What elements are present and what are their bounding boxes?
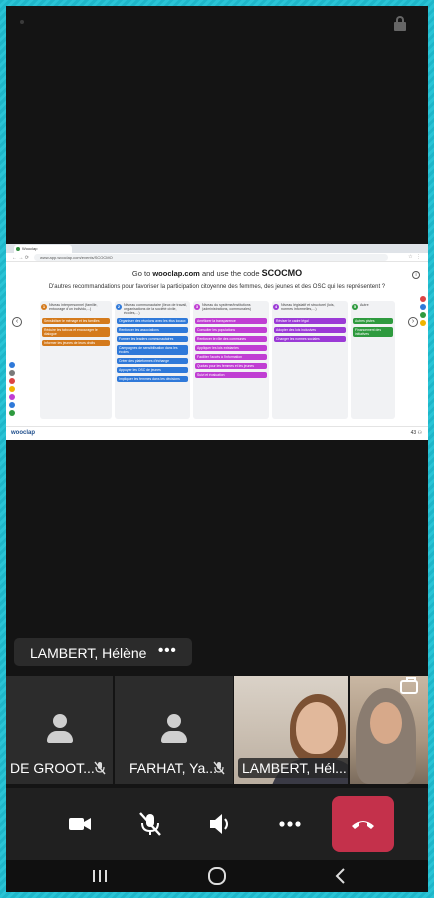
prev-slide-button[interactable]: ‹: [12, 317, 22, 327]
column-title: Niveau législatif et structurel (lois, n…: [281, 303, 335, 312]
instructions-site: wooclap.com: [152, 269, 200, 278]
mic-off-icon: [139, 812, 161, 836]
hang-up-icon: [352, 821, 374, 829]
event-code: SCOCMO: [261, 268, 303, 278]
browser-nav-icons: ← → ⟳: [12, 255, 29, 261]
join-instructions: Go to wooclap.com and use the code SCOCM…: [6, 268, 428, 278]
column-title: Niveau du système/institutions (administ…: [202, 303, 251, 312]
idea-card: Organiser des réunions avec les élus loc…: [117, 318, 188, 324]
column-header: 1 Niveau interpersonnel (famille, entoura…: [40, 301, 112, 318]
participant-video-tile[interactable]: LAMBERT, Hél...: [234, 676, 348, 784]
column-header: 4 Niveau législatif et structurel (lois, …: [272, 301, 348, 318]
address-field: www.app.wooclap.com/events/SCOCMO: [34, 254, 388, 261]
column-title: Autre: [360, 303, 369, 307]
idea-card: Appuyer les OSC de jeunes: [117, 367, 188, 373]
status-indicator: [20, 20, 24, 24]
column-header: 3 Niveau du système/institutions (adminis…: [193, 301, 269, 318]
participant-count: 43 ⚇: [410, 430, 422, 436]
idea-card: Impliquer les femmes dans les décisions: [117, 376, 188, 382]
more-icon: [279, 821, 301, 827]
board-column: 2 Niveau communautaire (lieux de travail,…: [115, 301, 190, 419]
speaker-icon: [210, 814, 228, 834]
browser-tab: Wooclap: [14, 245, 72, 253]
switch-camera-icon[interactable]: [400, 677, 418, 694]
idea-card: Réviser le cadre légal: [274, 318, 346, 324]
idea-card: Consulter les populations: [195, 327, 267, 333]
speaker-button[interactable]: [192, 796, 248, 852]
shared-screen: Wooclap ← → ⟳ www.app.wooclap.com/events…: [6, 244, 428, 440]
mute-button[interactable]: [122, 796, 178, 852]
idea-card: Quotas pour les femmes et les jeunes: [195, 363, 267, 369]
participant-name: DE GROOT...: [10, 760, 95, 776]
camera-button[interactable]: [52, 796, 108, 852]
address-bar: ← → ⟳ www.app.wooclap.com/events/SCOCMO …: [6, 253, 428, 262]
wooclap-side-toolbar: [9, 362, 15, 418]
status-bar: [6, 6, 428, 40]
column-number: 3: [194, 304, 200, 310]
participant-tile[interactable]: DE GROOT...: [6, 676, 113, 784]
idea-card: Créer des plateformes d'échange: [117, 358, 188, 364]
board-column: 4 Niveau législatif et structurel (lois, …: [272, 301, 348, 419]
wooclap-footer: wooclap 43 ⚇: [6, 426, 428, 440]
phone-screen: Wooclap ← → ⟳ www.app.wooclap.com/events…: [6, 6, 428, 892]
column-number: 4: [273, 304, 279, 310]
participant-name: FARHAT, Ya...: [129, 760, 217, 776]
participant-tile[interactable]: FARHAT, Ya...: [115, 676, 233, 784]
idea-card: Changer les normes sociales: [274, 336, 346, 342]
column-title: Niveau interpersonnel (famille, entourag…: [49, 303, 98, 312]
column-title: Niveau communautaire (lieux de travail, …: [124, 303, 188, 316]
idea-card: Faciliter l'accès à l'information: [195, 354, 267, 360]
android-nav-bar: [6, 860, 428, 892]
next-slide-button[interactable]: ›: [408, 317, 418, 327]
board-column: 1 Niveau interpersonnel (famille, entoura…: [40, 301, 112, 419]
idea-card: Renforcer le rôle des communes: [195, 336, 267, 342]
video-camera-icon: [69, 818, 91, 830]
column-number: 1: [41, 304, 47, 310]
instructions-middle: and use the code: [201, 269, 260, 278]
idea-card: Former les leaders communautaires: [117, 336, 188, 342]
brainstorm-board: 1 Niveau interpersonnel (famille, entoura…: [40, 301, 395, 419]
column-number: 2: [116, 304, 122, 310]
question-title: D'autres recommandations pour favoriser …: [48, 284, 386, 290]
recent-apps-icon[interactable]: [88, 866, 112, 886]
hang-up-button[interactable]: [332, 796, 394, 852]
avatar-icon: [156, 712, 192, 748]
board-column: 3 Niveau du système/institutions (adminis…: [193, 301, 269, 419]
browser-tab-strip: Wooclap: [6, 244, 428, 253]
more-options-button[interactable]: [262, 796, 318, 852]
idea-card: Appliquer les lois existantes: [195, 345, 267, 351]
column-header: 2 Niveau communautaire (lieux de travail,…: [115, 301, 190, 318]
info-icon: i: [412, 271, 420, 279]
browser-side-toolbar: [420, 296, 426, 328]
column-number: 5: [352, 304, 358, 310]
idea-card: Sensibiliser le ménage et les familles: [42, 318, 110, 324]
idea-card: Adopter des lois inclusives: [274, 327, 346, 333]
back-icon[interactable]: [329, 866, 353, 886]
wooclap-logo: wooclap: [11, 430, 36, 436]
idea-card: Améliorer la transparence: [195, 318, 267, 324]
column-header: 5 Autre: [351, 301, 395, 318]
avatar-icon: [42, 712, 78, 748]
presenter-name-chip[interactable]: LAMBERT, Hélène •••: [14, 638, 192, 666]
mic-off-icon: [94, 761, 106, 775]
instructions-prefix: Go to: [131, 269, 151, 278]
idea-card: Suivi et évaluation: [195, 372, 267, 378]
idea-card: Renforcer les associations: [117, 327, 188, 333]
idea-card: Financement des initiatives: [353, 327, 393, 337]
mic-off-icon: [213, 761, 225, 775]
idea-card: Informer les jeunes de leurs droits: [42, 340, 110, 346]
more-icon[interactable]: •••: [158, 642, 177, 659]
presenter-name: LAMBERT, Hélène: [30, 645, 147, 661]
lock-icon: [394, 16, 406, 32]
idea-card: Autres pistes: [353, 318, 393, 324]
participant-name: LAMBERT, Hél...: [238, 758, 348, 778]
self-video-tile[interactable]: [350, 676, 428, 784]
browser-extension-icons: ☆ ⋮: [408, 254, 422, 260]
board-column: 5 Autre Autres pistes Financement des initi…: [351, 301, 395, 419]
home-icon[interactable]: [205, 866, 229, 886]
call-controls: [6, 788, 428, 860]
idea-card: Campagnes de sensibilisation dans les éc…: [117, 345, 188, 355]
idea-card: Réduire les tabous et encourager le dial…: [42, 327, 110, 337]
